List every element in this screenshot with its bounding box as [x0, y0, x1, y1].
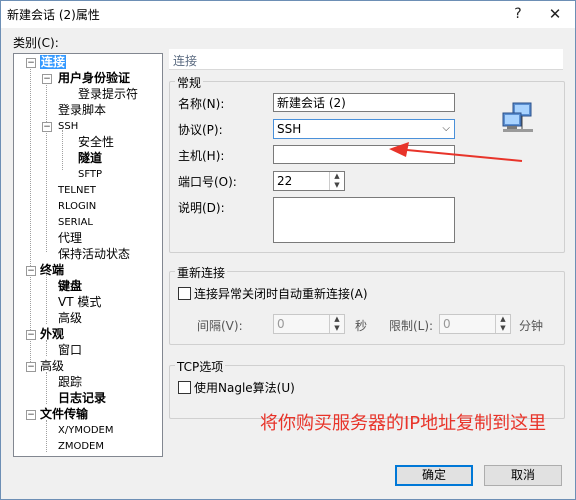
collapse-icon[interactable]: − [26, 266, 36, 276]
category-tree[interactable]: − − − − − − − 连接 用户身份验证 登录提示符 登录脚本 SSH 安… [13, 53, 163, 457]
limit-unit: 分钟 [519, 319, 544, 333]
spin-up-icon[interactable]: ▲ [330, 315, 344, 324]
spin-up-icon[interactable]: ▲ [330, 172, 344, 181]
nagle-checkbox[interactable] [178, 381, 191, 394]
tree-item-proxy[interactable]: 代理 [58, 231, 82, 246]
tree-line [46, 274, 47, 324]
port-label: 端口号(O): [178, 175, 237, 189]
host-label: 主机(H): [178, 149, 225, 163]
tree-line [46, 372, 47, 404]
tree-item-connection[interactable]: 连接 [40, 55, 67, 70]
panel-header: 连接 [169, 49, 563, 70]
tree-item-login-prompt[interactable]: 登录提示符 [78, 87, 138, 102]
protocol-select[interactable]: SSH ⌵ [273, 119, 455, 139]
tree-item-ssh[interactable]: SSH [58, 119, 78, 134]
collapse-icon[interactable]: − [42, 122, 52, 132]
annotation-arrow-icon [389, 142, 523, 162]
cancel-button[interactable]: 取消 [484, 465, 562, 486]
tree-line [46, 82, 47, 252]
close-button[interactable]: ✕ [541, 4, 569, 24]
tree-item-auth[interactable]: 用户身份验证 [58, 71, 130, 86]
limit-label: 限制(L): [389, 319, 434, 333]
reconnect-group-label: 重新连接 [175, 264, 228, 281]
tree-line [62, 130, 63, 170]
port-stepper[interactable]: 22 ▲ ▼ [273, 171, 345, 191]
chevron-down-icon: ⌵ [442, 123, 450, 134]
tree-line [30, 66, 31, 362]
interval-label: 间隔(V): [197, 319, 243, 333]
protocol-label: 协议(P): [178, 123, 223, 137]
ok-button[interactable]: 确定 [395, 465, 473, 486]
category-label: 类别(C): [13, 36, 59, 50]
window-title: 新建会话 (2)属性 [7, 8, 100, 22]
tree-item-rlogin[interactable]: RLOGIN [58, 199, 96, 214]
collapse-icon[interactable]: − [26, 330, 36, 340]
tree-item-security[interactable]: 安全性 [78, 135, 114, 150]
tree-item-xymodem[interactable]: X/YMODEM [58, 423, 113, 438]
tree-item-trace[interactable]: 跟踪 [58, 375, 82, 390]
tree-item-telnet[interactable]: TELNET [58, 183, 96, 198]
collapse-icon[interactable]: − [26, 362, 36, 372]
title-bar: 新建会话 (2)属性 ? ✕ [1, 1, 575, 28]
network-computers-icon [502, 102, 533, 132]
tree-item-terminal-advanced[interactable]: 高级 [58, 311, 82, 326]
tcp-group-label: TCP选项 [175, 358, 226, 375]
tree-item-advanced[interactable]: 高级 [40, 359, 64, 374]
nagle-label: 使用Nagle算法(U) [194, 381, 295, 395]
tree-line [46, 420, 47, 452]
spin-down-icon[interactable]: ▼ [330, 181, 344, 190]
tree-item-serial[interactable]: SERIAL [58, 215, 93, 230]
tree-item-logging[interactable]: 日志记录 [58, 391, 106, 406]
help-button[interactable]: ? [504, 4, 532, 24]
interval-unit: 秒 [355, 319, 368, 333]
collapse-icon[interactable]: − [26, 410, 36, 420]
tree-item-tunnel[interactable]: 隧道 [78, 151, 102, 166]
auto-reconnect-checkbox[interactable] [178, 287, 191, 300]
name-label: 名称(N): [178, 97, 225, 111]
collapse-icon[interactable]: − [42, 74, 52, 84]
interval-stepper[interactable]: 0 ▲ ▼ [273, 314, 345, 334]
tree-item-terminal[interactable]: 终端 [40, 263, 64, 278]
tree-item-keyboard[interactable]: 键盘 [58, 279, 82, 294]
tree-item-appearance[interactable]: 外观 [40, 327, 64, 342]
tree-item-file-transfer[interactable]: 文件传输 [40, 407, 88, 422]
tree-item-sftp[interactable]: SFTP [78, 167, 102, 182]
tree-item-window[interactable]: 窗口 [58, 343, 82, 358]
general-group-label: 常规 [175, 74, 204, 91]
description-label: 说明(D): [178, 201, 225, 215]
tree-item-login-script[interactable]: 登录脚本 [58, 103, 106, 118]
tree-line [46, 340, 47, 356]
spin-up-icon[interactable]: ▲ [496, 315, 510, 324]
spin-down-icon[interactable]: ▼ [496, 324, 510, 333]
annotation-text: 将你购买服务器的IP地址复制到这里 [260, 413, 547, 434]
tree-item-vt-mode[interactable]: VT 模式 [58, 295, 101, 310]
collapse-icon[interactable]: − [26, 58, 36, 68]
settings-panel: 连接 常规 名称(N): 新建会话 (2) 协议(P): SSH ⌵ 主机(H)… [169, 49, 565, 457]
tree-item-zmodem[interactable]: ZMODEM [58, 439, 104, 454]
limit-stepper[interactable]: 0 ▲ ▼ [439, 314, 511, 334]
auto-reconnect-label: 连接异常关闭时自动重新连接(A) [194, 287, 368, 301]
properties-dialog: 新建会话 (2)属性 ? ✕ 类别(C): − − − − − − − 连接 用… [0, 0, 576, 500]
tree-item-keepalive[interactable]: 保持活动状态 [58, 247, 130, 262]
name-input[interactable]: 新建会话 (2) [273, 93, 455, 112]
spin-down-icon[interactable]: ▼ [330, 324, 344, 333]
description-textarea[interactable] [273, 197, 455, 243]
